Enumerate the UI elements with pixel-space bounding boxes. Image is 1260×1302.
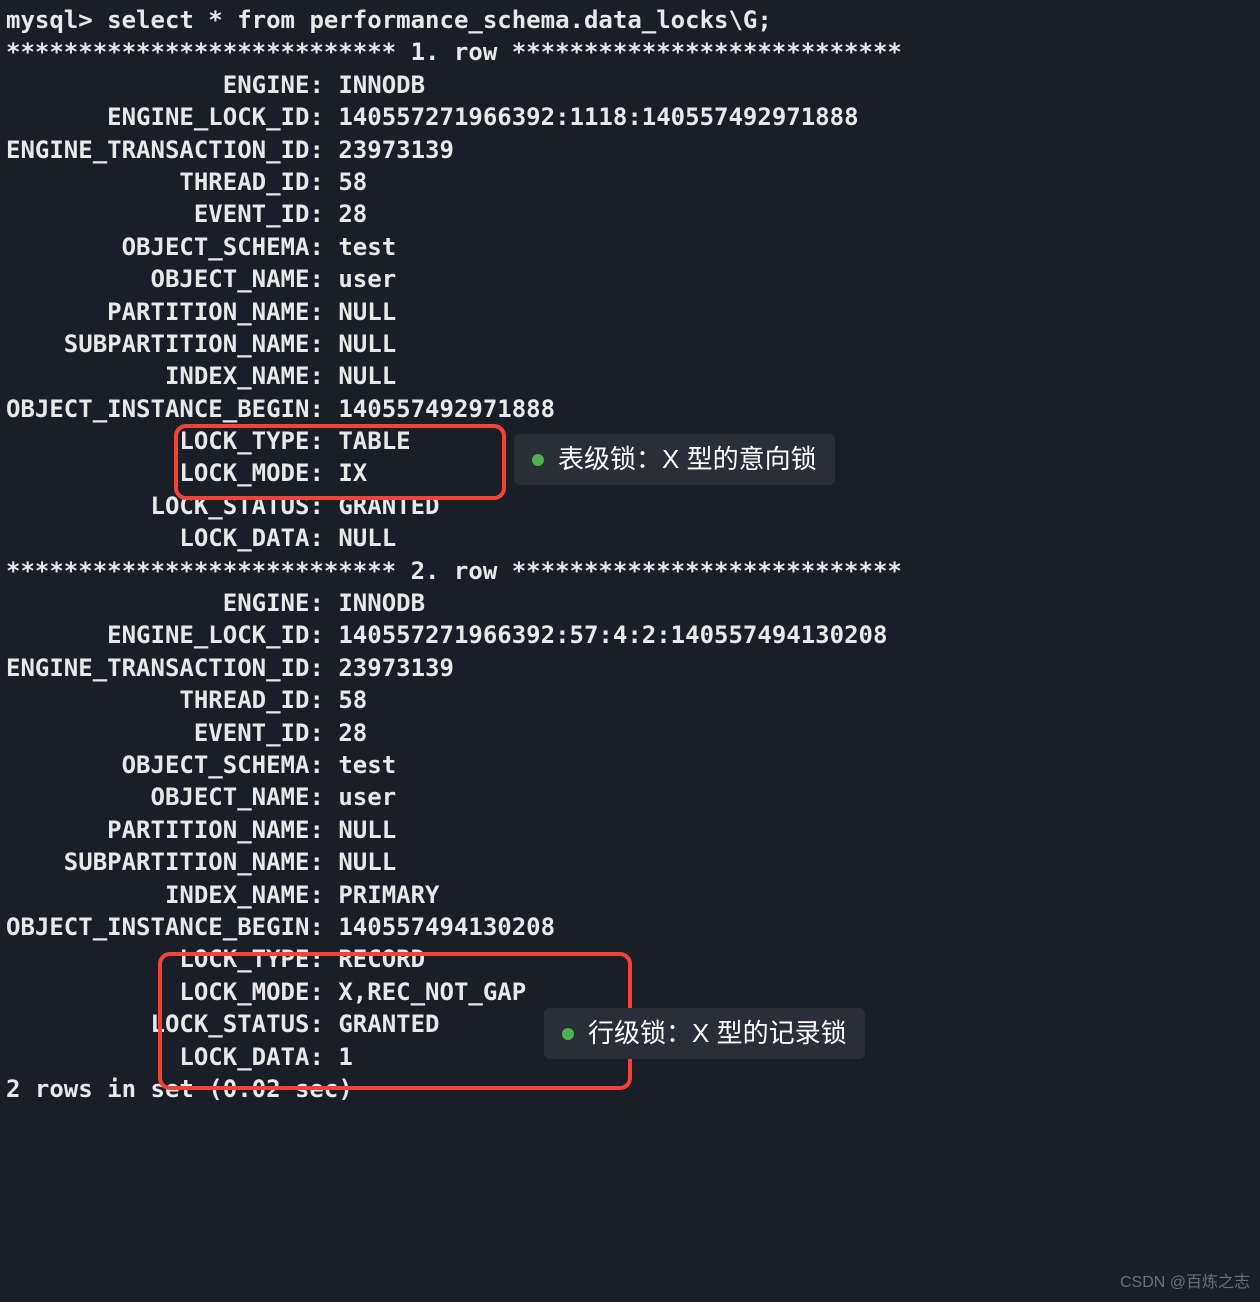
value-partition-name: NULL [338, 298, 396, 326]
value-engine-lock-id: 140557271966392:1118:140557492971888 [338, 103, 858, 131]
row2-partition-name: PARTITION_NAME: NULL [6, 814, 1254, 846]
row2-engine-lock-id: ENGINE_LOCK_ID: 140557271966392:57:4:2:1… [6, 619, 1254, 651]
row1-object-schema: OBJECT_SCHEMA: test [6, 231, 1254, 263]
label-object-schema: OBJECT_SCHEMA [6, 233, 309, 261]
label-object-name: OBJECT_NAME [6, 265, 309, 293]
label-lock-type: LOCK_TYPE [6, 427, 309, 455]
row1-engine-lock-id: ENGINE_LOCK_ID: 140557271966392:1118:140… [6, 101, 1254, 133]
annotation-row-lock-text: 行级锁：X 型的记录锁 [588, 1016, 847, 1051]
value-index-name: NULL [338, 362, 396, 390]
value-lock-status: GRANTED [338, 492, 439, 520]
value-subpartition-name: NULL [338, 848, 396, 876]
label-lock-type: LOCK_TYPE [6, 945, 309, 973]
value-partition-name: NULL [338, 816, 396, 844]
value-lock-data: NULL [338, 524, 396, 552]
row1-event-id: EVENT_ID: 28 [6, 198, 1254, 230]
label-lock-status: LOCK_STATUS [6, 492, 309, 520]
row2-subpartition-name: SUBPARTITION_NAME: NULL [6, 846, 1254, 878]
label-engine-lock-id: ENGINE_LOCK_ID [6, 103, 309, 131]
value-event-id: 28 [338, 200, 367, 228]
row1-object-name: OBJECT_NAME: user [6, 263, 1254, 295]
label-event-id: EVENT_ID [6, 719, 309, 747]
row1-index-name: INDEX_NAME: NULL [6, 360, 1254, 392]
result-footer: 2 rows in set (0.02 sec) [6, 1073, 1254, 1105]
value-engine-transaction-id: 23973139 [338, 136, 454, 164]
row1-partition-name: PARTITION_NAME: NULL [6, 296, 1254, 328]
value-lock-mode: X,REC_NOT_GAP [338, 978, 526, 1006]
row2-object-schema: OBJECT_SCHEMA: test [6, 749, 1254, 781]
label-partition-name: PARTITION_NAME [6, 816, 309, 844]
label-lock-mode: LOCK_MODE [6, 459, 309, 487]
row2-thread-id: THREAD_ID: 58 [6, 684, 1254, 716]
value-object-name: user [338, 783, 396, 811]
value-lock-data: 1 [338, 1043, 352, 1071]
row2-index-name: INDEX_NAME: PRIMARY [6, 879, 1254, 911]
row1-engine: ENGINE: INNODB [6, 69, 1254, 101]
value-lock-status: GRANTED [338, 1010, 439, 1038]
row1-lock-status: LOCK_STATUS: GRANTED [6, 490, 1254, 522]
value-object-schema: test [338, 751, 396, 779]
label-event-id: EVENT_ID [6, 200, 309, 228]
label-engine: ENGINE [6, 71, 309, 99]
label-lock-data: LOCK_DATA [6, 1043, 309, 1071]
green-dot-icon [562, 1028, 574, 1040]
value-lock-type: TABLE [338, 427, 410, 455]
value-event-id: 28 [338, 719, 367, 747]
row2-engine: ENGINE: INNODB [6, 587, 1254, 619]
value-engine: INNODB [338, 589, 425, 617]
value-thread-id: 58 [338, 168, 367, 196]
label-lock-status: LOCK_STATUS [6, 1010, 309, 1038]
row2-lock-type: LOCK_TYPE: RECORD [6, 943, 1254, 975]
row2-object-instance-begin: OBJECT_INSTANCE_BEGIN: 140557494130208 [6, 911, 1254, 943]
label-engine-lock-id: ENGINE_LOCK_ID [6, 621, 309, 649]
label-partition-name: PARTITION_NAME [6, 298, 309, 326]
row1-object-instance-begin: OBJECT_INSTANCE_BEGIN: 140557492971888 [6, 393, 1254, 425]
row1-thread-id: THREAD_ID: 58 [6, 166, 1254, 198]
value-object-name: user [338, 265, 396, 293]
label-thread-id: THREAD_ID [6, 168, 309, 196]
label-index-name: INDEX_NAME [6, 881, 309, 909]
value-object-schema: test [338, 233, 396, 261]
value-engine: INNODB [338, 71, 425, 99]
label-lock-mode: LOCK_MODE [6, 978, 309, 1006]
label-thread-id: THREAD_ID [6, 686, 309, 714]
annotation-table-lock-text: 表级锁：X 型的意向锁 [558, 442, 817, 477]
mysql-prompt-line: mysql> select * from performance_schema.… [6, 4, 1254, 36]
mysql-prompt: mysql> [6, 6, 107, 34]
label-object-instance-begin: OBJECT_INSTANCE_BEGIN [6, 913, 309, 941]
row2-lock-mode: LOCK_MODE: X,REC_NOT_GAP [6, 976, 1254, 1008]
annotation-table-lock: 表级锁：X 型的意向锁 [514, 434, 835, 485]
row-1-header: *************************** 1. row *****… [6, 36, 1254, 68]
row2-event-id: EVENT_ID: 28 [6, 717, 1254, 749]
value-engine-lock-id: 140557271966392:57:4:2:140557494130208 [338, 621, 887, 649]
value-object-instance-begin: 140557494130208 [338, 913, 555, 941]
green-dot-icon [532, 454, 544, 466]
label-lock-data: LOCK_DATA [6, 524, 309, 552]
value-index-name: PRIMARY [338, 881, 439, 909]
value-subpartition-name: NULL [338, 330, 396, 358]
value-lock-type: RECORD [338, 945, 425, 973]
label-object-instance-begin: OBJECT_INSTANCE_BEGIN [6, 395, 309, 423]
label-index-name: INDEX_NAME [6, 362, 309, 390]
label-engine-transaction-id: ENGINE_TRANSACTION_ID [6, 136, 309, 164]
annotation-row-lock: 行级锁：X 型的记录锁 [544, 1008, 865, 1059]
row-2-header: *************************** 2. row *****… [6, 555, 1254, 587]
row1-engine-transaction-id: ENGINE_TRANSACTION_ID: 23973139 [6, 134, 1254, 166]
value-object-instance-begin: 140557492971888 [338, 395, 555, 423]
value-lock-mode: IX [338, 459, 367, 487]
sql-query: select * from performance_schema.data_lo… [107, 6, 772, 34]
row2-object-name: OBJECT_NAME: user [6, 781, 1254, 813]
label-subpartition-name: SUBPARTITION_NAME [6, 330, 309, 358]
label-engine: ENGINE [6, 589, 309, 617]
label-object-name: OBJECT_NAME [6, 783, 309, 811]
label-object-schema: OBJECT_SCHEMA [6, 751, 309, 779]
label-engine-transaction-id: ENGINE_TRANSACTION_ID [6, 654, 309, 682]
value-engine-transaction-id: 23973139 [338, 654, 454, 682]
value-thread-id: 58 [338, 686, 367, 714]
row2-engine-transaction-id: ENGINE_TRANSACTION_ID: 23973139 [6, 652, 1254, 684]
row1-subpartition-name: SUBPARTITION_NAME: NULL [6, 328, 1254, 360]
watermark: CSDN @百炼之志 [1120, 1272, 1250, 1294]
row1-lock-data: LOCK_DATA: NULL [6, 522, 1254, 554]
label-subpartition-name: SUBPARTITION_NAME [6, 848, 309, 876]
